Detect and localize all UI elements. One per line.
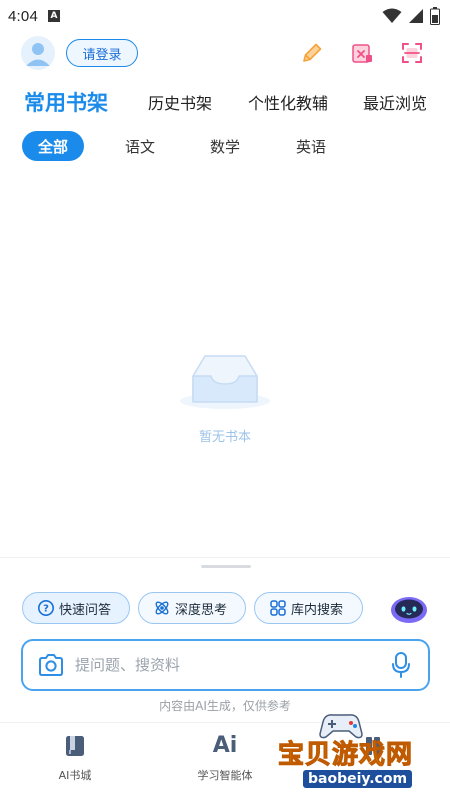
library-search-icon: [270, 600, 286, 616]
login-button[interactable]: 请登录: [66, 39, 138, 67]
empty-tray-icon: [180, 355, 270, 409]
microphone-icon[interactable]: [390, 651, 412, 679]
battery-icon: [430, 7, 440, 25]
avatar[interactable]: [21, 36, 55, 70]
user-icon: [26, 43, 50, 66]
empty-state: 暂无书本: [175, 350, 275, 450]
status-time: 4:04: [8, 7, 38, 25]
camera-icon[interactable]: [37, 651, 65, 679]
site-watermark: 宝贝游戏网 baobeiy.com: [275, 710, 445, 798]
subject-math[interactable]: 数学: [201, 131, 249, 161]
chip-deep-think[interactable]: 深度思考: [138, 592, 246, 624]
svg-text:?: ?: [43, 604, 49, 615]
chip-library-search-label: 库内搜索: [291, 602, 344, 618]
deep-think-icon: [155, 601, 169, 615]
empty-state-text: 暂无书本: [198, 430, 251, 445]
nav-learning-agent[interactable]: Ai 学习智能体: [180, 733, 270, 783]
watermark-title: 宝贝游戏网: [277, 740, 414, 771]
chip-library-search[interactable]: 库内搜索: [254, 592, 363, 624]
watermark-url: baobeiy.com: [303, 770, 413, 788]
chip-deep-think-label: 深度思考: [175, 602, 228, 618]
quick-answer-icon: ?: [38, 600, 54, 616]
shelf-tabs: 常用书架 历史书架 个性化教辅 最近浏览: [0, 84, 450, 120]
chip-quick-answer[interactable]: ? 快速问答: [22, 592, 130, 624]
subject-all[interactable]: 全部: [22, 131, 84, 161]
subject-english[interactable]: 英语: [287, 131, 335, 161]
status-icons: [382, 7, 440, 25]
ask-search-box: [21, 639, 430, 691]
tab-personalized-guides[interactable]: 个性化教辅: [248, 84, 328, 120]
subject-chinese[interactable]: 语文: [116, 131, 164, 161]
pencil-icon[interactable]: [300, 41, 324, 65]
status-bar: 4:04 A: [0, 0, 450, 32]
ai-mode-chips: ? 快速问答 深度思考 库内搜索: [0, 592, 450, 624]
chip-quick-answer-label: 快速问答: [59, 602, 112, 618]
delete-icon[interactable]: [350, 41, 374, 65]
drag-handle[interactable]: [201, 565, 251, 568]
tab-recent-browse[interactable]: 最近浏览: [363, 84, 427, 120]
tab-common-shelf[interactable]: 常用书架: [24, 84, 108, 120]
header-row: 请登录: [0, 36, 450, 70]
subject-tabs: 全部 语文 数学 英语: [0, 131, 450, 161]
ai-robot-icon[interactable]: [390, 594, 428, 624]
ask-search-input[interactable]: [75, 656, 375, 674]
nav-ai-bookstore[interactable]: AI书城: [30, 733, 120, 783]
scan-icon[interactable]: [400, 41, 424, 65]
wifi-icon: [382, 8, 402, 23]
panel-divider: [0, 557, 450, 558]
ai-agent-icon: Ai: [212, 733, 238, 758]
signal-icon: [409, 9, 423, 23]
android-notification-icon: A: [48, 10, 60, 22]
book-icon: [66, 736, 84, 756]
tab-history-shelf[interactable]: 历史书架: [148, 84, 212, 120]
nav-learning-agent-label: 学习智能体: [197, 769, 253, 782]
nav-ai-bookstore-label: AI书城: [58, 769, 92, 782]
